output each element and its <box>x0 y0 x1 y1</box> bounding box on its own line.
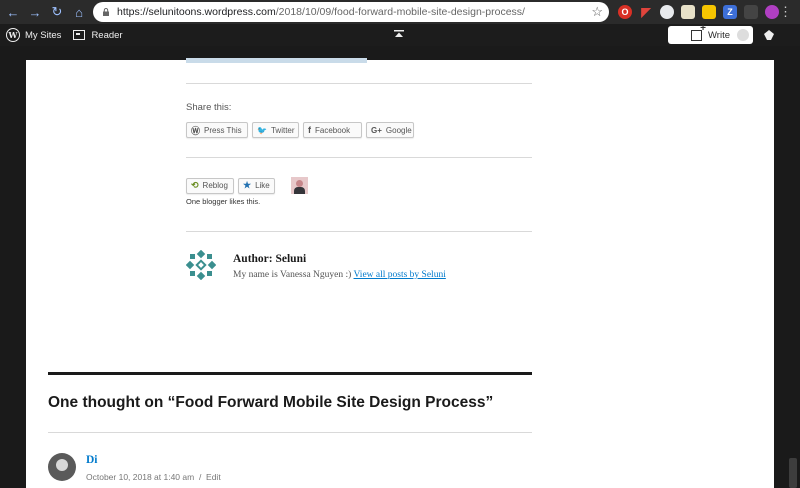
divider <box>186 157 532 158</box>
write-icon <box>691 23 706 41</box>
press-this-icon: Ⓦ <box>191 125 201 136</box>
reader-menu[interactable]: Reader <box>67 24 128 46</box>
reader-label: Reader <box>91 29 123 41</box>
my-sites-menu[interactable]: W My Sites <box>0 24 67 46</box>
collapse-arrow-icon[interactable] <box>393 29 405 41</box>
commenter-avatar[interactable] <box>48 453 76 481</box>
press-this-button[interactable]: Ⓦ Press This <box>186 122 248 138</box>
bookmark-star-icon[interactable]: ☆ <box>591 4 603 20</box>
wordpress-logo-icon: W <box>6 28 20 42</box>
comment-meta: October 10, 2018 at 1:40 am / Edit <box>86 472 221 482</box>
grey-extension-icon[interactable] <box>660 5 674 19</box>
author-bio: My name is Vanessa Nguyen :) View all po… <box>233 270 446 280</box>
likes-count-text: One blogger likes this. <box>186 197 261 206</box>
google-icon: G+ <box>371 125 382 135</box>
facebook-label: Facebook <box>315 125 351 135</box>
reader-icon <box>73 30 86 40</box>
like-label: Like <box>255 181 270 190</box>
author-heading: Author: Seluni <box>233 253 307 265</box>
like-bar: ⟲ Reblog ★ Like <box>186 177 308 194</box>
pocket-extension-icon[interactable]: ◤ <box>639 5 653 19</box>
divider <box>186 83 532 84</box>
star-icon: ★ <box>243 180 252 190</box>
share-buttons: Ⓦ Press This 🐦 Twitter f Facebook G+ Goo… <box>186 122 418 138</box>
google-label: Google <box>385 125 412 135</box>
press-this-label: Press This <box>204 125 242 135</box>
grid-extension-icon[interactable] <box>744 5 758 19</box>
truncated-link[interactable] <box>186 58 367 63</box>
author-bio-text: My name is Vanessa Nguyen :) <box>233 270 352 280</box>
twitter-icon: 🐦 <box>257 125 267 135</box>
z-extension-icon[interactable]: Z <box>723 5 737 19</box>
reblog-icon: ⟲ <box>191 180 199 190</box>
my-sites-label: My Sites <box>25 29 62 41</box>
commenter-name[interactable]: Di <box>86 454 98 466</box>
reload-icon[interactable]: ↻ <box>47 2 67 22</box>
reblog-label: Reblog <box>202 181 228 190</box>
lock-icon <box>103 8 109 16</box>
notifications-icon[interactable] <box>763 29 775 41</box>
divider <box>186 231 532 232</box>
browser-menu-icon[interactable]: ⋮ <box>779 4 792 20</box>
reblog-button[interactable]: ⟲ Reblog <box>186 177 234 194</box>
user-avatar[interactable] <box>736 28 750 42</box>
view-all-posts-link[interactable]: View all posts by Seluni <box>354 270 446 280</box>
address-bar[interactable]: https://selunitoons.wordpress.com/2018/1… <box>93 2 609 22</box>
browser-toolbar: ← → ↻ ⌂ https://selunitoons.wordpress.co… <box>0 0 800 24</box>
share-heading: Share this: <box>186 102 232 113</box>
twitter-label: Twitter <box>270 125 295 135</box>
scrollbar-thumb[interactable] <box>789 458 797 488</box>
google-button[interactable]: G+ Google <box>366 122 414 138</box>
comment-edit-link[interactable]: Edit <box>206 472 221 482</box>
home-icon[interactable]: ⌂ <box>69 2 89 22</box>
back-icon[interactable]: ← <box>3 2 23 22</box>
wp-admin-bar: W My Sites Reader Write <box>0 23 800 46</box>
comments-divider <box>48 372 532 375</box>
yellow-extension-icon[interactable] <box>702 5 716 19</box>
purple-extension-icon[interactable] <box>765 5 779 19</box>
url-host: https://selunitoons.wordpress.com <box>117 6 276 18</box>
divider <box>48 432 532 433</box>
opera-extension-icon[interactable]: O <box>618 5 632 19</box>
comments-title: One thought on “Food Forward Mobile Site… <box>48 394 494 411</box>
note-extension-icon[interactable] <box>681 5 695 19</box>
liker-avatar[interactable] <box>291 177 308 194</box>
write-label: Write <box>708 29 730 41</box>
author-avatar <box>186 250 216 280</box>
extensions-bar: O ◤ Z <box>618 4 786 20</box>
facebook-icon: f <box>308 125 311 135</box>
url-path: /2018/10/09/food-forward-mobile-site-des… <box>275 6 525 18</box>
scrollbar-track[interactable] <box>786 46 800 488</box>
comment-date[interactable]: October 10, 2018 at 1:40 am <box>86 472 194 482</box>
twitter-button[interactable]: 🐦 Twitter <box>252 122 299 138</box>
facebook-button[interactable]: f Facebook <box>303 122 362 138</box>
like-button[interactable]: ★ Like <box>238 177 275 194</box>
forward-icon[interactable]: → <box>25 2 45 22</box>
